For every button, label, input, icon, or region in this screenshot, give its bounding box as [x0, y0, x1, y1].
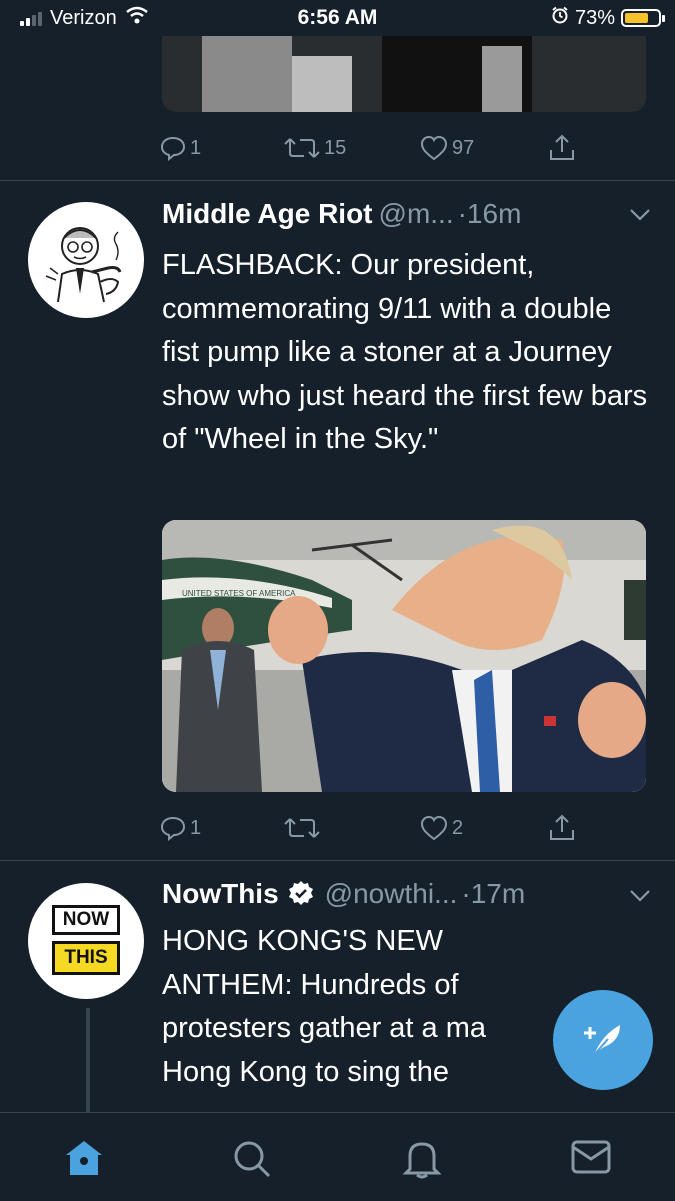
battery-percent: 73%: [574, 6, 615, 29]
share-icon: [548, 814, 576, 842]
compose-feather-icon: [580, 1015, 626, 1066]
reply-count: 1: [190, 136, 202, 159]
tweet-actions: 1 15 97: [160, 128, 620, 168]
notifications-icon: [402, 1142, 442, 1183]
like-count: 2: [452, 816, 464, 839]
like-button[interactable]: 97: [420, 135, 474, 161]
home-icon: [64, 1141, 104, 1181]
tab-messages[interactable]: [570, 1139, 612, 1180]
retweet-count: 15: [324, 136, 347, 159]
share-button[interactable]: [548, 134, 576, 162]
avatar-logo-top: NOW: [52, 905, 120, 935]
tweet-actions: 1 2: [160, 808, 620, 848]
share-icon: [548, 134, 576, 162]
messages-icon: [570, 1140, 612, 1179]
divider: [0, 860, 675, 861]
retweet-icon: [284, 815, 320, 841]
battery-fill: [625, 13, 649, 23]
tweet-text: HONG KONG'S NEW ANTHEM: Hundreds of prot…: [162, 925, 486, 1088]
reply-icon: [160, 815, 186, 841]
reply-button[interactable]: 1: [160, 815, 201, 841]
chevron-down-icon[interactable]: [629, 889, 651, 908]
tab-notifications[interactable]: [402, 1139, 442, 1184]
compose-tweet-button[interactable]: [553, 990, 653, 1090]
thread-line: [86, 1008, 90, 1113]
tab-search[interactable]: [232, 1139, 272, 1184]
reply-icon: [160, 135, 186, 161]
helicopter-lettering: UNITED STATES OF AMERICA: [182, 589, 296, 598]
author-handle[interactable]: @m...: [379, 198, 454, 230]
retweet-button[interactable]: [284, 815, 324, 841]
heart-icon: [420, 815, 448, 841]
divider: [0, 180, 675, 181]
tweet-time: ·16m: [457, 198, 522, 229]
tab-bar: [0, 1112, 675, 1201]
tweet-header: Middle Age Riot @m... ·16m: [162, 198, 521, 230]
reply-button[interactable]: 1: [160, 135, 201, 161]
avatar[interactable]: [28, 202, 144, 318]
verified-badge-icon: [287, 880, 315, 908]
retweet-icon: [284, 135, 320, 161]
avatar[interactable]: NOW THIS: [28, 883, 144, 999]
author-handle[interactable]: @nowthi...: [325, 878, 458, 910]
cartoon-man-avatar-image: [45, 227, 122, 303]
tweet-text: FLASHBACK: Our president, commemorating …: [162, 249, 648, 455]
alarm-icon: [551, 6, 569, 30]
author-name[interactable]: Middle Age Riot: [162, 198, 373, 230]
author-name[interactable]: NowThis: [162, 878, 279, 910]
like-button[interactable]: 2: [420, 815, 463, 841]
battery-icon: [621, 9, 665, 27]
share-button[interactable]: [548, 814, 576, 842]
heart-icon: [420, 135, 448, 161]
search-icon: [232, 1141, 272, 1183]
reply-count: 1: [190, 816, 202, 839]
status-bar: Verizon 6:56 AM 73%: [0, 0, 675, 38]
retweet-button[interactable]: 15: [284, 135, 346, 161]
like-count: 97: [452, 136, 475, 159]
tweet-header: NowThis @nowthi... ·17m: [162, 878, 525, 910]
tab-home[interactable]: [64, 1139, 104, 1182]
chevron-down-icon[interactable]: [629, 208, 651, 227]
avatar-logo-bottom: THIS: [52, 941, 120, 975]
status-right: 73%: [551, 6, 665, 30]
photo-image: UNITED STATES OF AMERICA: [162, 520, 646, 792]
tweet-time: ·17m: [461, 878, 526, 909]
tweet-media[interactable]: [162, 36, 646, 112]
tweet-photo[interactable]: UNITED STATES OF AMERICA: [162, 520, 646, 792]
